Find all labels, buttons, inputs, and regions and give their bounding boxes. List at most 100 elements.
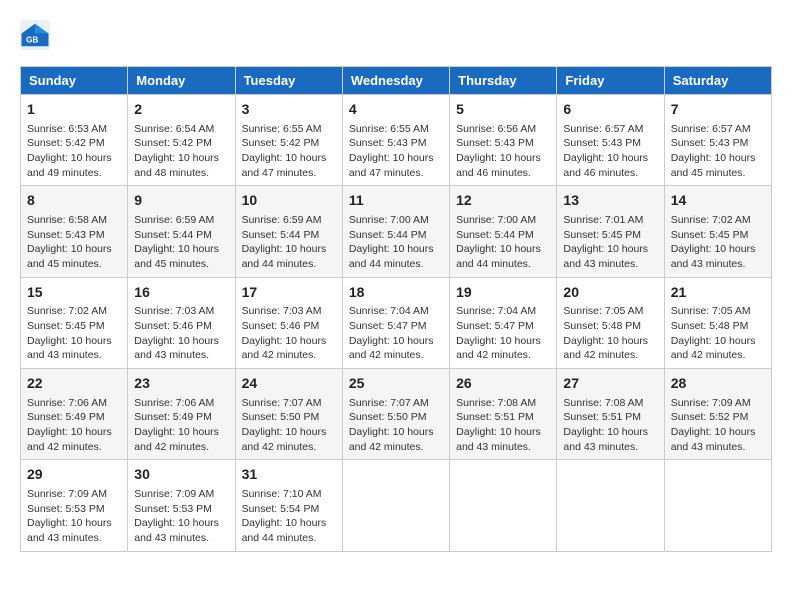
calendar-cell: 17Sunrise: 7:03 AMSunset: 5:46 PMDayligh…: [235, 277, 342, 368]
calendar-cell: 6Sunrise: 6:57 AMSunset: 5:43 PMDaylight…: [557, 95, 664, 186]
weekday-header-friday: Friday: [557, 67, 664, 95]
day-detail: Sunrise: 7:08 AMSunset: 5:51 PMDaylight:…: [456, 396, 550, 455]
calendar-cell: 5Sunrise: 6:56 AMSunset: 5:43 PMDaylight…: [450, 95, 557, 186]
day-detail: Sunrise: 6:58 AMSunset: 5:43 PMDaylight:…: [27, 213, 121, 272]
day-detail: Sunrise: 7:00 AMSunset: 5:44 PMDaylight:…: [456, 213, 550, 272]
day-detail: Sunrise: 6:53 AMSunset: 5:42 PMDaylight:…: [27, 122, 121, 181]
calendar-cell: 4Sunrise: 6:55 AMSunset: 5:43 PMDaylight…: [342, 95, 449, 186]
weekday-header-saturday: Saturday: [664, 67, 771, 95]
day-number: 25: [349, 374, 443, 394]
day-number: 6: [563, 100, 657, 120]
day-number: 17: [242, 283, 336, 303]
day-number: 3: [242, 100, 336, 120]
calendar-week-row: 15Sunrise: 7:02 AMSunset: 5:45 PMDayligh…: [21, 277, 772, 368]
day-detail: Sunrise: 7:06 AMSunset: 5:49 PMDaylight:…: [27, 396, 121, 455]
logo-icon: GB: [20, 20, 50, 50]
calendar-cell: 21Sunrise: 7:05 AMSunset: 5:48 PMDayligh…: [664, 277, 771, 368]
day-number: 13: [563, 191, 657, 211]
day-detail: Sunrise: 7:08 AMSunset: 5:51 PMDaylight:…: [563, 396, 657, 455]
day-number: 29: [27, 465, 121, 485]
calendar-cell: [342, 460, 449, 551]
day-detail: Sunrise: 7:00 AMSunset: 5:44 PMDaylight:…: [349, 213, 443, 272]
day-number: 12: [456, 191, 550, 211]
calendar-cell: 28Sunrise: 7:09 AMSunset: 5:52 PMDayligh…: [664, 369, 771, 460]
day-detail: Sunrise: 6:57 AMSunset: 5:43 PMDaylight:…: [563, 122, 657, 181]
calendar-week-row: 1Sunrise: 6:53 AMSunset: 5:42 PMDaylight…: [21, 95, 772, 186]
weekday-header-tuesday: Tuesday: [235, 67, 342, 95]
day-number: 27: [563, 374, 657, 394]
logo: GB: [20, 20, 54, 50]
calendar-cell: 23Sunrise: 7:06 AMSunset: 5:49 PMDayligh…: [128, 369, 235, 460]
day-number: 30: [134, 465, 228, 485]
day-number: 10: [242, 191, 336, 211]
svg-text:GB: GB: [26, 36, 38, 45]
day-number: 2: [134, 100, 228, 120]
calendar-cell: 30Sunrise: 7:09 AMSunset: 5:53 PMDayligh…: [128, 460, 235, 551]
calendar-cell: 20Sunrise: 7:05 AMSunset: 5:48 PMDayligh…: [557, 277, 664, 368]
calendar-cell: 9Sunrise: 6:59 AMSunset: 5:44 PMDaylight…: [128, 186, 235, 277]
day-number: 31: [242, 465, 336, 485]
calendar-cell: 25Sunrise: 7:07 AMSunset: 5:50 PMDayligh…: [342, 369, 449, 460]
weekday-header-thursday: Thursday: [450, 67, 557, 95]
calendar-cell: 11Sunrise: 7:00 AMSunset: 5:44 PMDayligh…: [342, 186, 449, 277]
day-number: 23: [134, 374, 228, 394]
day-detail: Sunrise: 6:56 AMSunset: 5:43 PMDaylight:…: [456, 122, 550, 181]
day-detail: Sunrise: 7:09 AMSunset: 5:53 PMDaylight:…: [27, 487, 121, 546]
day-number: 5: [456, 100, 550, 120]
day-detail: Sunrise: 6:55 AMSunset: 5:43 PMDaylight:…: [349, 122, 443, 181]
day-number: 20: [563, 283, 657, 303]
day-detail: Sunrise: 6:54 AMSunset: 5:42 PMDaylight:…: [134, 122, 228, 181]
day-detail: Sunrise: 7:01 AMSunset: 5:45 PMDaylight:…: [563, 213, 657, 272]
weekday-header-sunday: Sunday: [21, 67, 128, 95]
day-detail: Sunrise: 6:57 AMSunset: 5:43 PMDaylight:…: [671, 122, 765, 181]
calendar-cell: [664, 460, 771, 551]
day-detail: Sunrise: 7:05 AMSunset: 5:48 PMDaylight:…: [671, 304, 765, 363]
day-number: 4: [349, 100, 443, 120]
day-number: 24: [242, 374, 336, 394]
weekday-header-wednesday: Wednesday: [342, 67, 449, 95]
day-number: 21: [671, 283, 765, 303]
calendar-cell: [557, 460, 664, 551]
calendar-cell: 16Sunrise: 7:03 AMSunset: 5:46 PMDayligh…: [128, 277, 235, 368]
day-number: 7: [671, 100, 765, 120]
day-number: 19: [456, 283, 550, 303]
day-detail: Sunrise: 7:09 AMSunset: 5:53 PMDaylight:…: [134, 487, 228, 546]
calendar-cell: 24Sunrise: 7:07 AMSunset: 5:50 PMDayligh…: [235, 369, 342, 460]
day-number: 9: [134, 191, 228, 211]
day-number: 22: [27, 374, 121, 394]
weekday-header-row: SundayMondayTuesdayWednesdayThursdayFrid…: [21, 67, 772, 95]
calendar-week-row: 8Sunrise: 6:58 AMSunset: 5:43 PMDaylight…: [21, 186, 772, 277]
day-number: 28: [671, 374, 765, 394]
calendar-cell: 27Sunrise: 7:08 AMSunset: 5:51 PMDayligh…: [557, 369, 664, 460]
calendar-cell: 19Sunrise: 7:04 AMSunset: 5:47 PMDayligh…: [450, 277, 557, 368]
calendar-body: 1Sunrise: 6:53 AMSunset: 5:42 PMDaylight…: [21, 95, 772, 552]
day-detail: Sunrise: 7:07 AMSunset: 5:50 PMDaylight:…: [242, 396, 336, 455]
calendar-cell: 13Sunrise: 7:01 AMSunset: 5:45 PMDayligh…: [557, 186, 664, 277]
calendar-cell: 7Sunrise: 6:57 AMSunset: 5:43 PMDaylight…: [664, 95, 771, 186]
day-number: 16: [134, 283, 228, 303]
calendar-cell: 12Sunrise: 7:00 AMSunset: 5:44 PMDayligh…: [450, 186, 557, 277]
day-detail: Sunrise: 7:03 AMSunset: 5:46 PMDaylight:…: [134, 304, 228, 363]
header: GB: [20, 20, 772, 50]
day-detail: Sunrise: 7:10 AMSunset: 5:54 PMDaylight:…: [242, 487, 336, 546]
day-detail: Sunrise: 7:03 AMSunset: 5:46 PMDaylight:…: [242, 304, 336, 363]
day-detail: Sunrise: 7:06 AMSunset: 5:49 PMDaylight:…: [134, 396, 228, 455]
calendar-cell: 29Sunrise: 7:09 AMSunset: 5:53 PMDayligh…: [21, 460, 128, 551]
day-detail: Sunrise: 6:59 AMSunset: 5:44 PMDaylight:…: [242, 213, 336, 272]
day-detail: Sunrise: 7:02 AMSunset: 5:45 PMDaylight:…: [671, 213, 765, 272]
day-number: 11: [349, 191, 443, 211]
day-number: 26: [456, 374, 550, 394]
day-detail: Sunrise: 7:04 AMSunset: 5:47 PMDaylight:…: [456, 304, 550, 363]
day-number: 8: [27, 191, 121, 211]
day-detail: Sunrise: 6:55 AMSunset: 5:42 PMDaylight:…: [242, 122, 336, 181]
day-detail: Sunrise: 7:02 AMSunset: 5:45 PMDaylight:…: [27, 304, 121, 363]
day-detail: Sunrise: 7:04 AMSunset: 5:47 PMDaylight:…: [349, 304, 443, 363]
day-number: 18: [349, 283, 443, 303]
day-detail: Sunrise: 6:59 AMSunset: 5:44 PMDaylight:…: [134, 213, 228, 272]
calendar-cell: 8Sunrise: 6:58 AMSunset: 5:43 PMDaylight…: [21, 186, 128, 277]
calendar-cell: 31Sunrise: 7:10 AMSunset: 5:54 PMDayligh…: [235, 460, 342, 551]
day-number: 1: [27, 100, 121, 120]
calendar-cell: 15Sunrise: 7:02 AMSunset: 5:45 PMDayligh…: [21, 277, 128, 368]
calendar-week-row: 22Sunrise: 7:06 AMSunset: 5:49 PMDayligh…: [21, 369, 772, 460]
day-number: 15: [27, 283, 121, 303]
